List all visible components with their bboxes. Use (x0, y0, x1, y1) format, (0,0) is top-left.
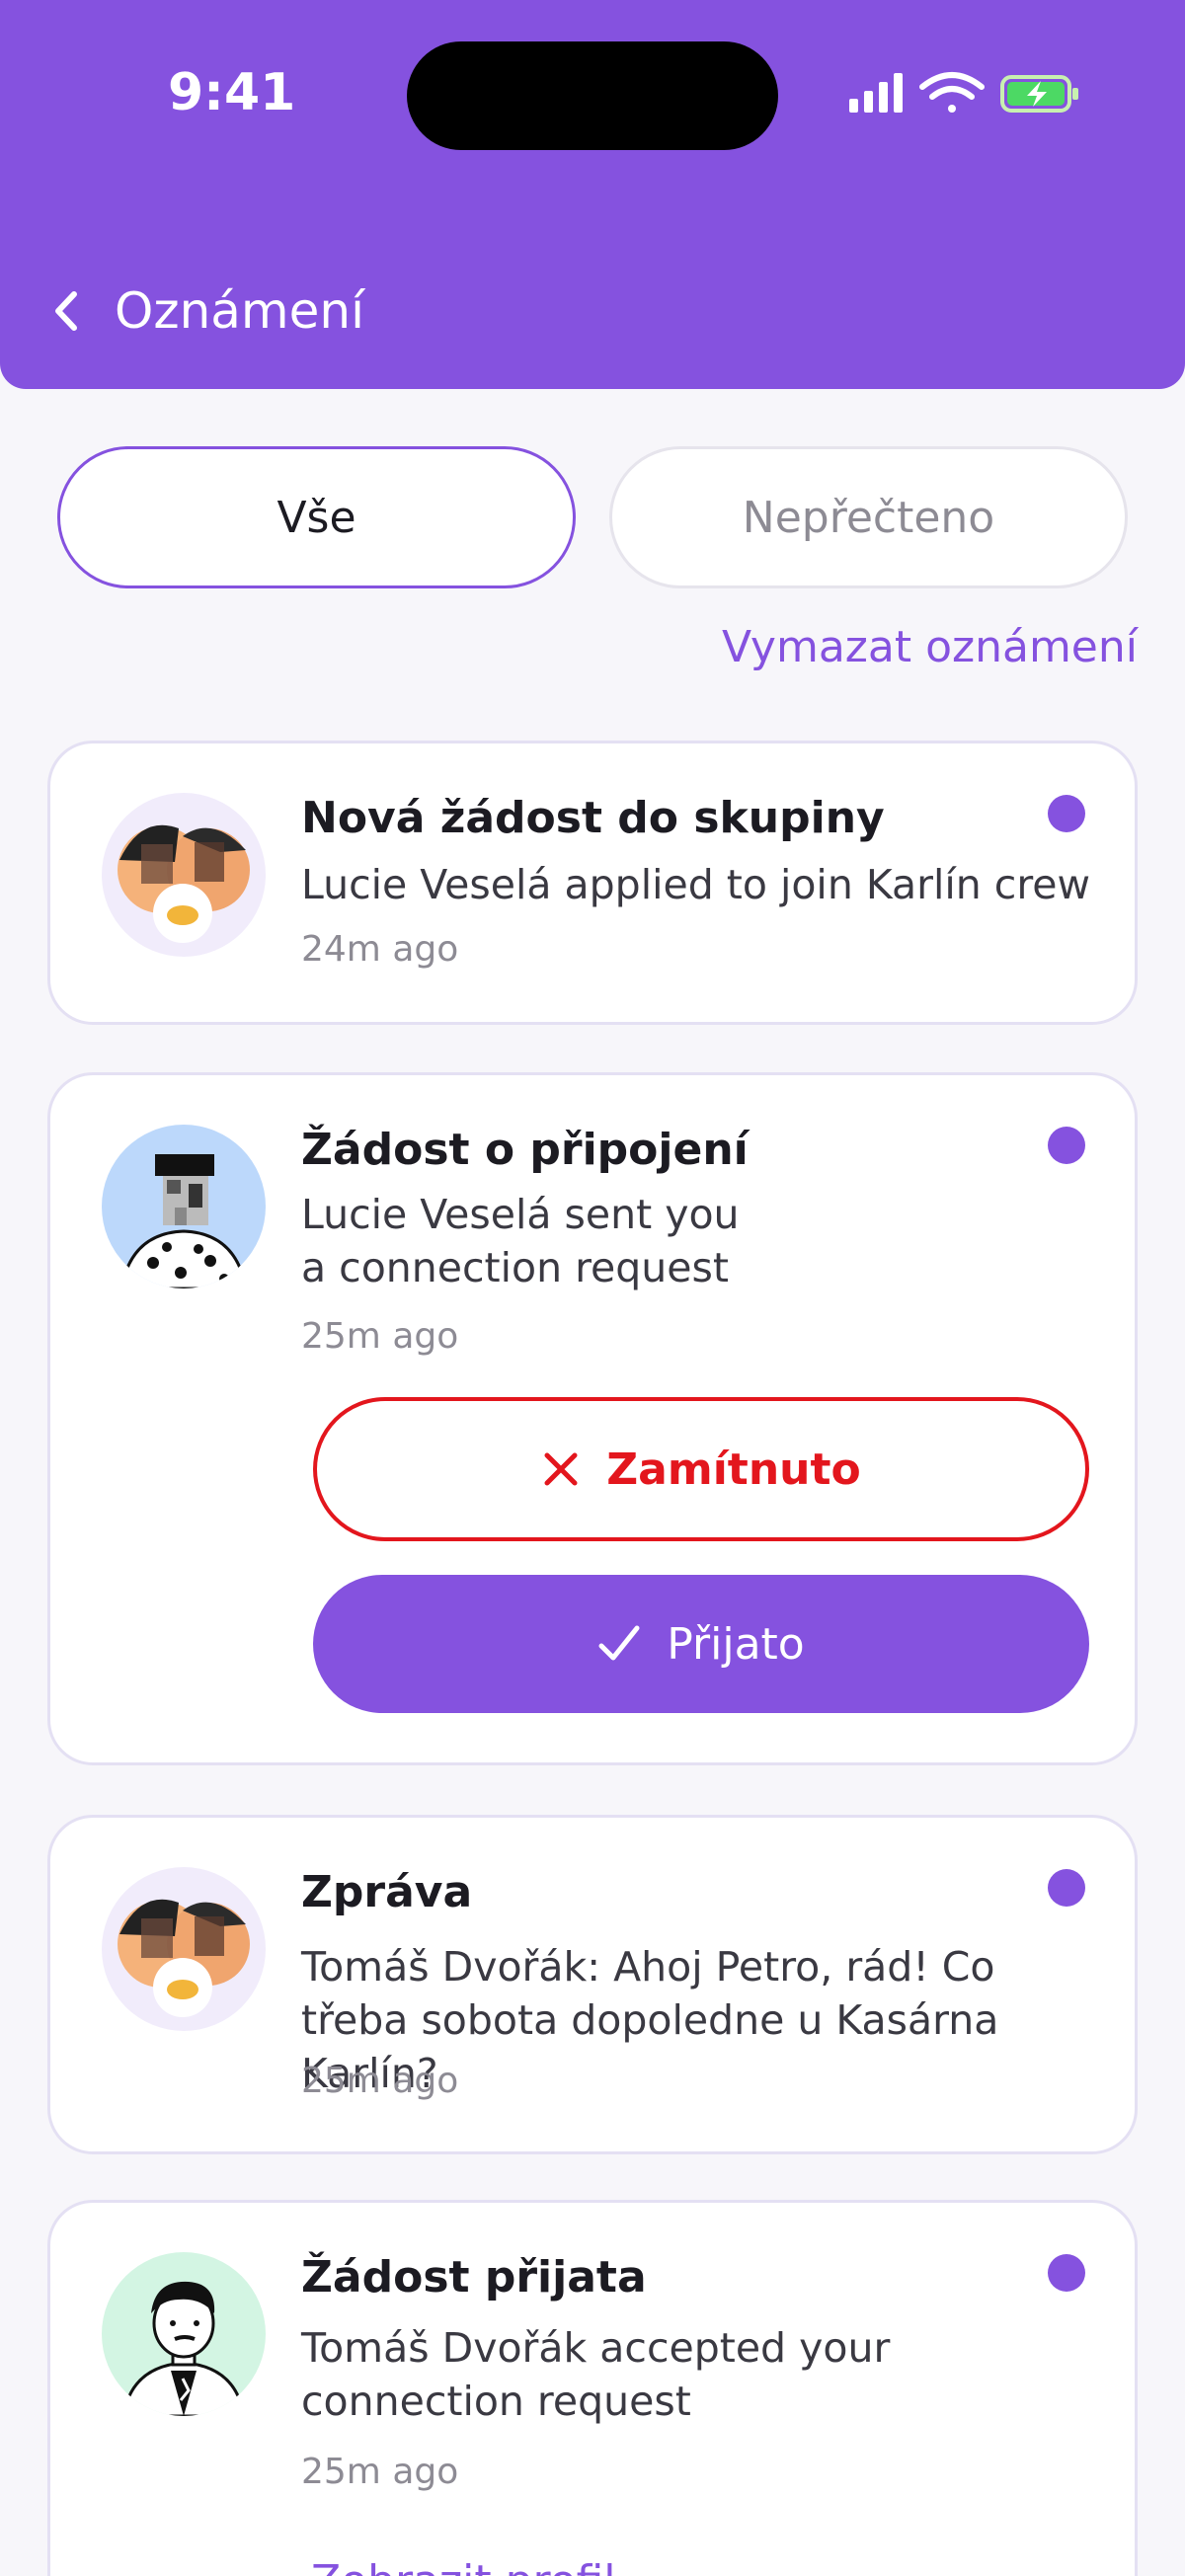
close-icon (544, 1452, 578, 1486)
tab-all[interactable]: Vše (57, 446, 576, 588)
view-profile-link[interactable]: Zobrazit profil (311, 2556, 616, 2576)
notification-time: 25m ago (301, 2452, 459, 2492)
app-header: 9:41 Oznámení (0, 0, 1185, 389)
back-button[interactable] (36, 276, 95, 346)
notification-body: Lucie Veselá applied to join Karlín crew (301, 861, 1091, 908)
dynamic-island (407, 41, 778, 150)
signal-icon (849, 73, 903, 113)
page-title: Oznámení (115, 282, 364, 340)
notification-title: Žádost o připojení (301, 1125, 749, 1175)
notification-card[interactable]: Zpráva Tomáš Dvořák: Ahoj Petro, rád! Co… (47, 1815, 1138, 2154)
notification-title: Nová žádost do skupiny (301, 793, 885, 843)
group-avatar-icon (102, 1867, 266, 2031)
checkmark-icon (598, 1625, 640, 1661)
status-time: 9:41 (168, 63, 296, 122)
unread-indicator (1048, 795, 1085, 832)
notification-body: Tomáš Dvořák accepted your connection re… (301, 2324, 891, 2425)
notification-time: 25m ago (301, 2061, 459, 2101)
filter-tabs: Vše Nepřečteno (57, 446, 1128, 588)
tab-unread[interactable]: Nepřečteno (609, 446, 1128, 588)
notification-time: 24m ago (301, 929, 459, 970)
notification-title: Žádost přijata (301, 2252, 647, 2303)
notification-card[interactable]: Žádost přijata Tomáš Dvořák accepted you… (47, 2200, 1138, 2576)
chevron-left-icon (55, 291, 77, 331)
accept-button-label: Přijato (667, 1618, 805, 1670)
notification-card[interactable]: Žádost o připojení Lucie Veselá sent you… (47, 1072, 1138, 1765)
group-avatar-icon (102, 793, 266, 957)
reject-button-label: Zamítnuto (606, 1444, 861, 1495)
unread-indicator (1048, 1127, 1085, 1164)
unread-indicator (1048, 2254, 1085, 2292)
notification-time: 25m ago (301, 1316, 459, 1357)
user-avatar-icon (102, 1125, 266, 1288)
battery-icon (1000, 75, 1078, 113)
notification-card[interactable]: Nová žádost do skupiny Lucie Veselá appl… (47, 741, 1138, 1025)
user-avatar-icon (102, 2252, 266, 2416)
unread-indicator (1048, 1869, 1085, 1907)
notification-body: Lucie Veselá sent you a connection reque… (301, 1191, 740, 1291)
reject-button[interactable]: Zamítnuto (313, 1397, 1089, 1541)
status-icons (847, 69, 1084, 118)
notification-title: Zpráva (301, 1867, 473, 1917)
wifi-icon (919, 72, 985, 113)
clear-notifications-link[interactable]: Vymazat oznámení (722, 622, 1138, 672)
accept-button[interactable]: Přijato (313, 1575, 1089, 1713)
